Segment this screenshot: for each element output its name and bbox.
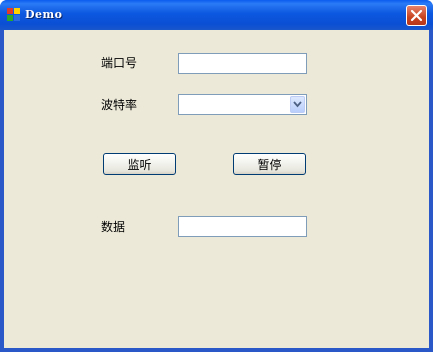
port-label: 端口号 (101, 56, 138, 70)
app-icon (7, 8, 21, 21)
close-button[interactable] (406, 5, 427, 26)
data-label: 数据 (101, 220, 126, 234)
title-bar[interactable]: Demo (0, 0, 433, 30)
window-title: Demo (25, 8, 63, 21)
baud-rate-label: 波特率 (101, 98, 138, 112)
app-window: Demo 端口号 波特率 监听 暂停 数据 (0, 0, 433, 352)
close-icon (410, 9, 423, 22)
listen-button[interactable]: 监听 (103, 153, 176, 175)
pause-button[interactable]: 暂停 (233, 153, 306, 175)
data-input[interactable] (178, 216, 307, 237)
port-input[interactable] (178, 53, 307, 74)
baud-rate-select[interactable] (178, 94, 307, 115)
form-client-area: 端口号 波特率 监听 暂停 数据 (4, 30, 429, 348)
dropdown-button[interactable] (290, 96, 305, 113)
chevron-down-icon (293, 101, 302, 108)
